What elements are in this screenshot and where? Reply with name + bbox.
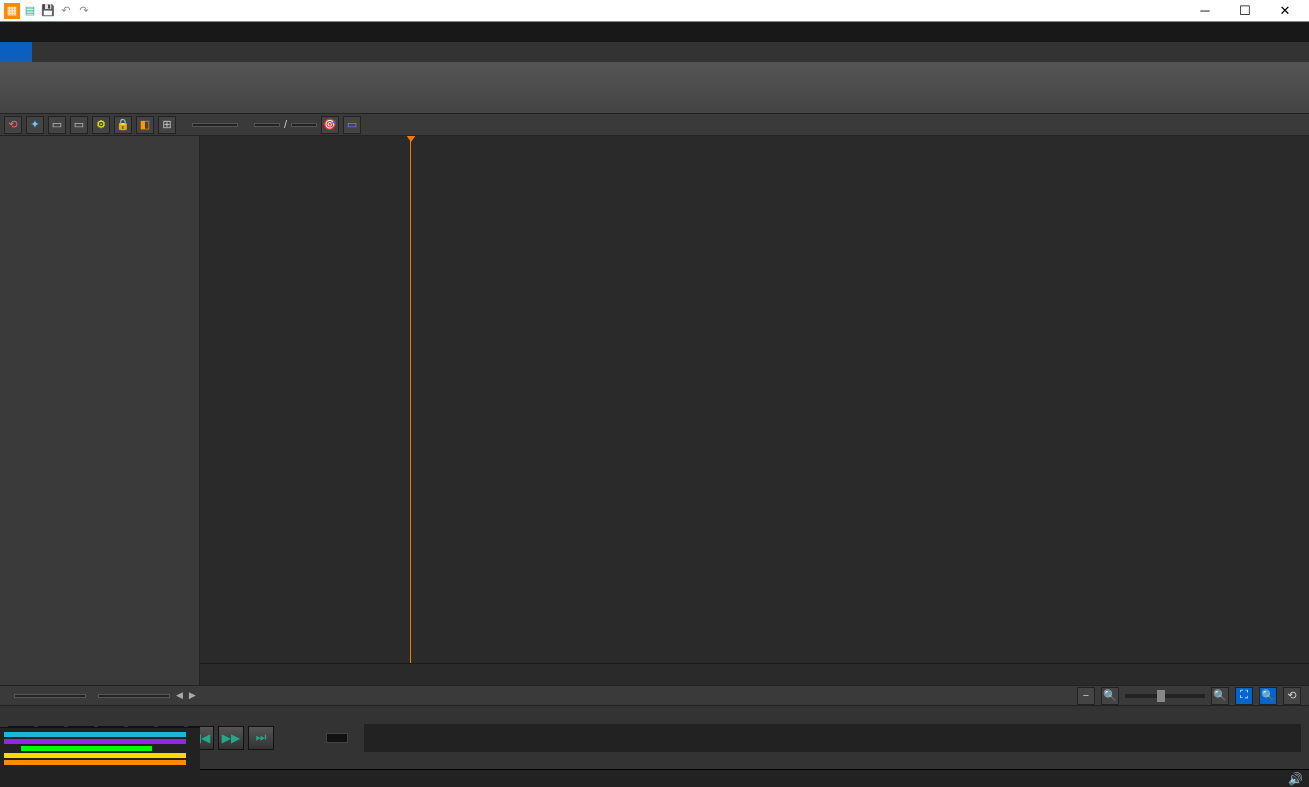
- clip-info-grid: [286, 737, 292, 738]
- tempo-value[interactable]: [192, 123, 238, 127]
- transport-time: [326, 733, 348, 743]
- sub-btn-end[interactable]: ▭: [343, 116, 361, 134]
- forward-button[interactable]: ▶▶: [218, 726, 244, 750]
- zoom-reset-icon[interactable]: ⟲: [1283, 687, 1301, 705]
- main-area: [0, 136, 1309, 685]
- social-links: [1305, 42, 1309, 62]
- selection-info-bar: ◀ ▶ − 🔍 🔍 ⛶ 🔍 ⟲: [0, 685, 1309, 705]
- timeline[interactable]: [200, 136, 1309, 685]
- title-bar: ▦ ▤ 💾 ↶ ↷ ─ ☐ ✕: [0, 0, 1309, 22]
- sub-btn-8[interactable]: ⊞: [158, 116, 176, 134]
- zoom-out-icon[interactable]: −: [1077, 687, 1095, 705]
- clip-range-grid: [304, 737, 310, 738]
- track-panel: [0, 136, 200, 685]
- zoom-out-mag-icon[interactable]: 🔍: [1101, 687, 1119, 705]
- qa-save-icon[interactable]: 💾: [40, 3, 56, 19]
- timeline-rows: [200, 136, 1309, 663]
- master-meter: [364, 724, 1301, 752]
- sub-btn-6[interactable]: 🔒: [114, 116, 132, 134]
- metronome-icon[interactable]: 🎯: [321, 116, 339, 134]
- playhead[interactable]: [410, 136, 411, 663]
- main-toolbar: [0, 62, 1309, 114]
- close-button[interactable]: ✕: [1265, 0, 1305, 22]
- app-icon: ▦: [4, 3, 20, 19]
- sub-btn-7[interactable]: ◧: [136, 116, 154, 134]
- ribbon-tab-file[interactable]: [0, 42, 32, 62]
- sub-btn-5[interactable]: ⚙: [92, 116, 110, 134]
- zoom-in-mag-icon[interactable]: 🔍: [1211, 687, 1229, 705]
- minimize-button[interactable]: ─: [1185, 0, 1225, 22]
- zoom-slider[interactable]: [1125, 694, 1205, 698]
- timesig-numerator[interactable]: [254, 123, 280, 127]
- ribbon-tabs: [0, 42, 1309, 62]
- qa-new-icon[interactable]: ▤: [22, 3, 38, 19]
- start-value[interactable]: [14, 694, 86, 698]
- menu-bar: [0, 22, 1309, 42]
- zoom-fit-icon[interactable]: ⛶: [1235, 687, 1253, 705]
- sub-btn-3[interactable]: ▭: [48, 116, 66, 134]
- window-controls: ─ ☐ ✕: [1185, 0, 1305, 22]
- sub-btn-2[interactable]: ✦: [26, 116, 44, 134]
- sel-prev-icon[interactable]: ◀: [176, 690, 183, 701]
- zoom-sel-icon[interactable]: 🔍: [1259, 687, 1277, 705]
- timesig-denominator[interactable]: [291, 123, 317, 127]
- volume-icon[interactable]: 🔊: [1288, 772, 1303, 786]
- qa-redo-icon[interactable]: ↷: [76, 3, 92, 19]
- maximize-button[interactable]: ☐: [1225, 0, 1265, 22]
- sub-btn-4[interactable]: ▭: [70, 116, 88, 134]
- quick-access-toolbar: ▦ ▤ 💾 ↶ ↷: [4, 3, 92, 19]
- skip-end-button[interactable]: ⏭: [248, 726, 274, 750]
- qa-undo-icon[interactable]: ↶: [58, 3, 74, 19]
- sel-next-icon[interactable]: ▶: [189, 690, 196, 701]
- sub-btn-1[interactable]: ⟲: [4, 116, 22, 134]
- tempo-toolbar: ⟲ ✦ ▭ ▭ ⚙ 🔒 ◧ ⊞ / 🎯 ▭: [0, 114, 1309, 136]
- end-value[interactable]: [98, 694, 170, 698]
- timeline-ruler[interactable]: [200, 663, 1309, 685]
